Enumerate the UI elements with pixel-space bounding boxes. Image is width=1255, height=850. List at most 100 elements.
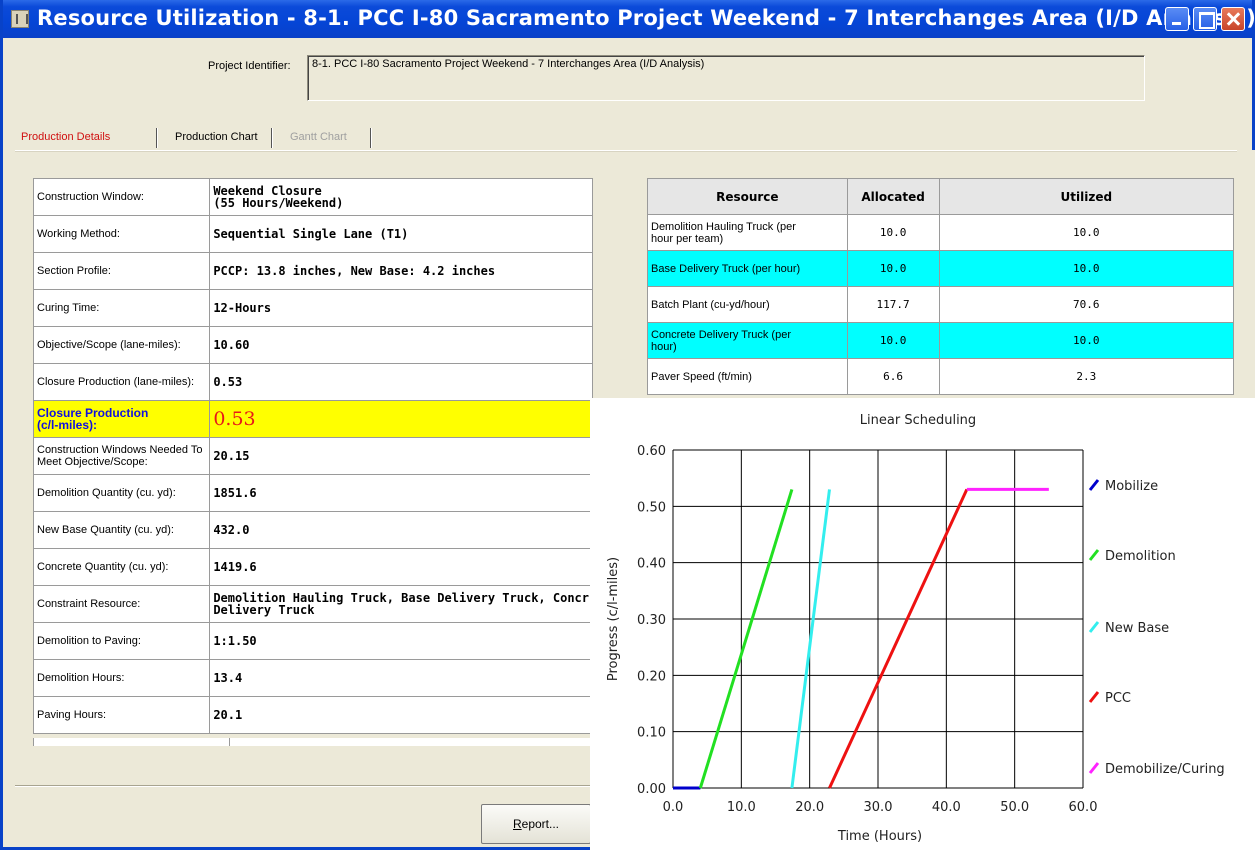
x-axis-label: Time (Hours) — [837, 829, 922, 844]
y-tick-label: 0.40 — [637, 557, 666, 572]
details-value: Sequential Single Lane (T1) — [213, 227, 409, 241]
details-value: 10.60 — [213, 338, 250, 352]
minimize-button[interactable] — [1165, 7, 1189, 31]
app-icon[interactable] — [11, 10, 29, 28]
legend-swatch — [1088, 691, 1100, 703]
utilized-value: 2.3 — [938, 358, 1235, 395]
title-bar[interactable]: Resource Utilization - 8-1. PCC I-80 Sac… — [3, 0, 1255, 38]
details-value-cell: 20.1 — [209, 696, 593, 734]
resource-row[interactable]: Paver Speed (ft/min) 6.6 2.3 — [647, 358, 1235, 395]
window-title: Resource Utilization - 8-1. PCC I-80 Sac… — [37, 6, 1255, 30]
y-tick-label: 0.50 — [637, 500, 666, 515]
tab-separator — [370, 128, 372, 148]
y-tick-label: 0.30 — [637, 613, 666, 628]
utilized-column-header[interactable]: Utilized — [938, 178, 1235, 215]
details-value: 1851.6 — [213, 486, 257, 500]
details-label-cell: Concrete Quantity (cu. yd): — [32, 548, 211, 586]
allocated-value: 6.6 — [846, 358, 940, 395]
resource-name-cell: Demolition Hauling Truck (per hour per te… — [647, 214, 848, 251]
details-label-cell: New Base Quantity (cu. yd): — [32, 511, 211, 549]
details-value-cell: Weekend Closure (55 Hours/Weekend) — [209, 178, 593, 216]
resource-name: Base Delivery Truck (per hour) — [651, 262, 801, 275]
resource-row[interactable]: Demolition Hauling Truck (per hour per te… — [647, 214, 1235, 251]
y-tick-label: 0.60 — [637, 444, 666, 459]
details-label-cell: Constraint Resource: — [32, 585, 211, 623]
resource-name: Batch Plant (cu-yd/hour) — [651, 298, 770, 311]
details-value: 0.53 — [213, 375, 243, 389]
maximize-button[interactable] — [1193, 7, 1217, 31]
allocated-value: 10.0 — [846, 214, 940, 251]
tab-separator — [271, 128, 273, 148]
details-label-cell: Closure Production (lane-miles): — [32, 363, 211, 401]
chart-title: Linear Scheduling — [860, 413, 976, 428]
resource-name: Paver Speed (ft/min) — [651, 370, 752, 383]
tab-production-details[interactable]: Production Details — [21, 131, 110, 143]
legend-label: Mobilize — [1105, 479, 1158, 494]
report-button[interactable]: Report... — [481, 804, 591, 844]
details-label: Closure Production (lane-miles): — [37, 376, 195, 388]
details-label: Section Profile: — [37, 265, 111, 277]
details-value: 20.15 — [213, 449, 250, 463]
details-value-cell: 1419.6 — [209, 548, 593, 586]
details-value-cell: PCCP: 13.8 inches, New Base: 4.2 inches — [209, 252, 593, 290]
project-identifier-field[interactable]: 8-1. PCC I-80 Sacramento Project Weekend… — [307, 55, 1145, 101]
resource-row[interactable]: Base Delivery Truck (per hour) 10.0 10.0 — [647, 250, 1235, 287]
details-value: 432.0 — [213, 523, 250, 537]
details-label: Objective/Scope (lane-miles): — [37, 339, 181, 351]
allocated-value: 10.0 — [846, 250, 940, 287]
details-value-cell: 432.0 — [209, 511, 593, 549]
details-row: Paving Hours: 20.1 — [32, 696, 593, 734]
project-identifier-label: Project Identifier: — [208, 60, 291, 72]
details-value-cell: Demolition Hauling Truck, Base Delivery … — [209, 585, 593, 623]
details-row: Demolition to Paving: 1:1.50 — [32, 622, 593, 660]
resource-name: Demolition Hauling Truck (per — [651, 220, 796, 233]
legend-swatch — [1088, 762, 1100, 774]
resource-row[interactable]: Batch Plant (cu-yd/hour) 117.7 70.6 — [647, 286, 1235, 323]
details-value: 1:1.50 — [213, 634, 257, 648]
allocated-value: 10.0 — [846, 322, 940, 359]
details-row: Curing Time: 12-Hours — [32, 289, 593, 327]
details-value-cell: 0.53 — [209, 400, 593, 438]
details-row: New Base Quantity (cu. yd): 432.0 — [32, 511, 593, 549]
y-axis-label: Progress (c/l-miles) — [606, 557, 621, 681]
allocated-value: 117.7 — [846, 286, 940, 323]
details-value-cell: 10.60 — [209, 326, 593, 364]
details-value-cell: 12-Hours — [209, 289, 593, 327]
details-value-cell: 0.53 — [209, 363, 593, 401]
details-label: Construction Window: — [37, 191, 144, 203]
tab-separator — [156, 128, 158, 148]
details-value-cell: 13.4 — [209, 659, 593, 697]
details-label: Construction Windows Needed To — [37, 444, 203, 456]
details-label: Demolition Hours: — [37, 672, 125, 684]
resource-table: Resource Allocated Utilized Demolition H… — [647, 178, 1235, 395]
details-row: Constraint Resource: Demolition Hauling T… — [32, 585, 593, 623]
details-value-cell: 1851.6 — [209, 474, 593, 512]
close-button[interactable] — [1221, 7, 1245, 31]
details-label-cell: Demolition Hours: — [32, 659, 211, 697]
utilized-value: 10.0 — [938, 214, 1235, 251]
resource-column-header[interactable]: Resource — [647, 178, 848, 215]
details-value: 12-Hours — [213, 301, 272, 315]
details-value-line2: (55 Hours/Weekend) — [213, 196, 344, 210]
details-label-cell: Working Method: — [32, 215, 211, 253]
linear-scheduling-chart: Linear Scheduling 0.0 10.0 20.0 30.0 40.0 50.0… — [590, 398, 1255, 850]
details-label: Concrete Quantity (cu. yd): — [37, 561, 169, 573]
details-value: 1419.6 — [213, 560, 257, 574]
x-tick-label: 60.0 — [1069, 800, 1098, 815]
details-row: Construction Windows Needed To Meet Objec… — [32, 437, 593, 475]
details-row: Closure Production (lane-miles): 0.53 — [32, 363, 593, 401]
allocated-column-header[interactable]: Allocated — [846, 178, 940, 215]
details-row: Closure Production (c/l-miles): 0.53 — [32, 400, 593, 438]
y-tick-label: 0.10 — [637, 726, 666, 741]
tab-production-chart[interactable]: Production Chart — [175, 131, 258, 143]
y-tick-label: 0.20 — [637, 669, 666, 684]
details-value: PCCP: 13.8 inches, New Base: 4.2 inches — [213, 264, 496, 278]
series-line — [698, 488, 794, 789]
legend-label: Demolition — [1105, 549, 1176, 564]
utilized-value: 10.0 — [938, 250, 1235, 287]
resource-row[interactable]: Concrete Delivery Truck (per hour) 10.0 10.… — [647, 322, 1235, 359]
tab-gantt-chart[interactable]: Gantt Chart — [290, 131, 347, 143]
details-label-cell: Demolition Quantity (cu. yd): — [32, 474, 211, 512]
details-label-cell: Paving Hours: — [32, 696, 211, 734]
resource-name-cell: Batch Plant (cu-yd/hour) — [647, 286, 848, 323]
